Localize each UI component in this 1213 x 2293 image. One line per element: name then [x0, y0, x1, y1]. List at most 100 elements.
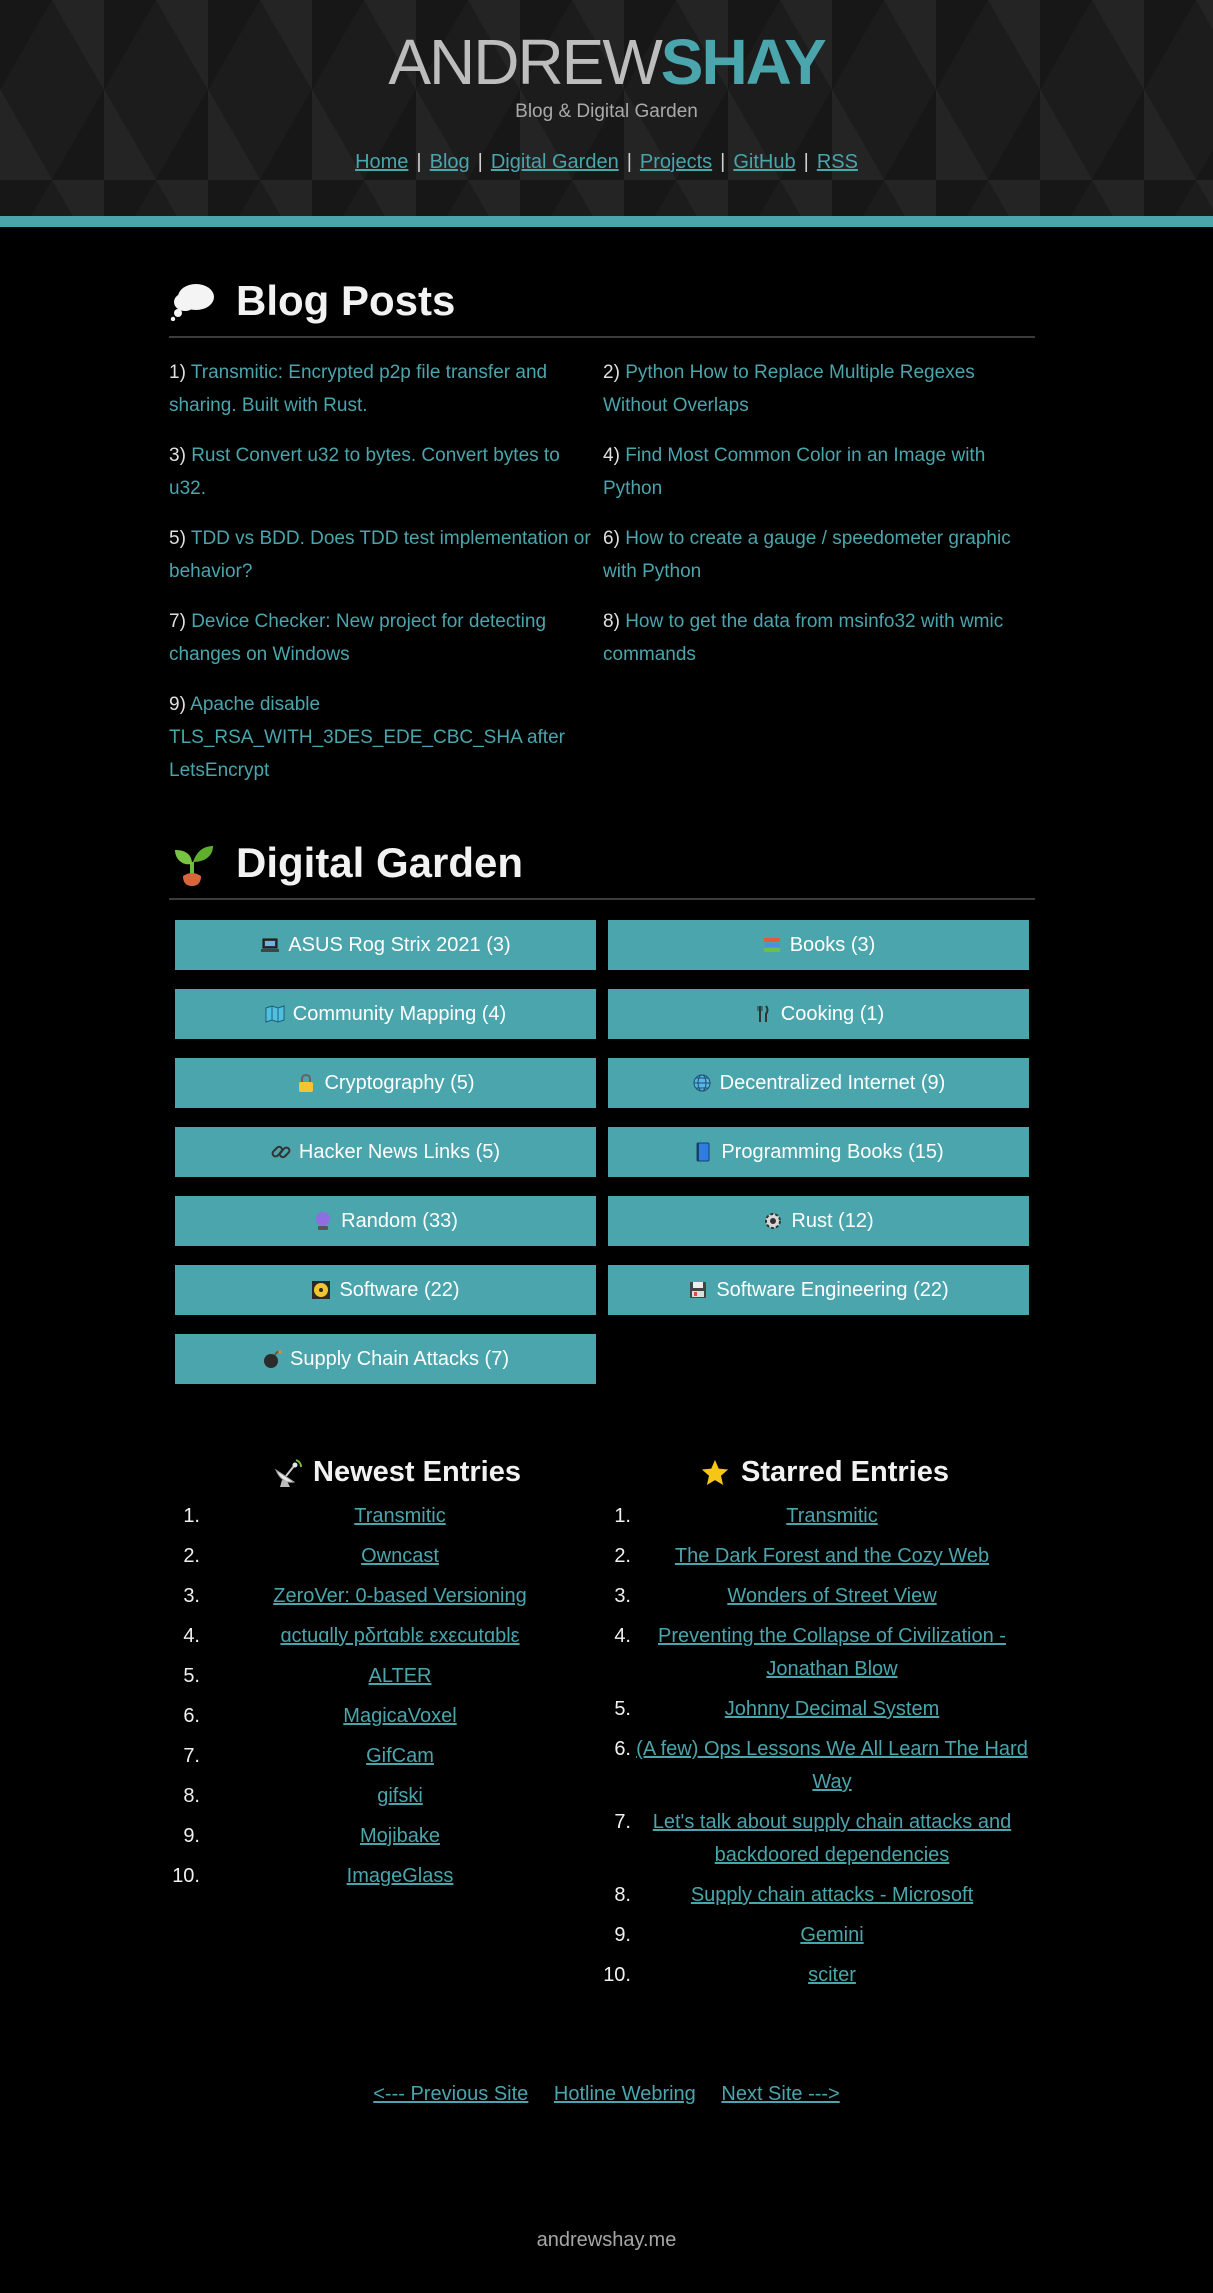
list-item: 4. Preventing the Collapse of Civilizatio… — [601, 1620, 1033, 1686]
blog-post-item: 8) How to get the data from msinfo32 wit… — [603, 605, 1035, 671]
list-item: 1. Transmitic — [601, 1500, 1033, 1533]
entry-link[interactable]: (A few) Ops Lessons We All Learn The Har… — [636, 1738, 1028, 1793]
nav-digital-garden[interactable]: Digital Garden — [491, 151, 619, 173]
starred-entries-list: 1. Transmitic 2. The Dark Forest and the C… — [601, 1500, 1033, 1999]
thought-balloon-icon — [170, 278, 216, 324]
entry-link[interactable]: ALTER — [369, 1665, 432, 1687]
category-button-cryptography[interactable]: Cryptography (5) — [175, 1058, 596, 1108]
item-number: 2. — [183, 1545, 200, 1567]
post-link[interactable]: Find Most Common Color in an Image with … — [603, 445, 985, 499]
category-button-books[interactable]: Books (3) — [608, 920, 1029, 970]
entry-link[interactable]: Transmitic — [786, 1505, 877, 1527]
category-button-software[interactable]: Software (22) — [175, 1265, 596, 1315]
category-button-supply-chain-attacks[interactable]: Supply Chain Attacks (7) — [175, 1334, 596, 1384]
category-label: Decentralized Internet (9) — [719, 1071, 946, 1094]
list-item: 8. Supply chain attacks - Microsoft — [601, 1879, 1033, 1912]
entry-link[interactable]: Owncast — [361, 1545, 439, 1567]
entry-link[interactable]: Let's talk about supply chain attacks an… — [653, 1811, 1012, 1866]
list-item: 6. (A few) Ops Lessons We All Learn The H… — [601, 1733, 1033, 1799]
nav-blog[interactable]: Blog — [430, 151, 470, 173]
entry-link[interactable]: sciter — [808, 1964, 856, 1986]
books-icon — [762, 935, 782, 955]
star-icon — [699, 1457, 731, 1489]
entry-link[interactable]: Supply chain attacks - Microsoft — [691, 1884, 973, 1906]
nav-separator: | — [803, 151, 809, 173]
webring-next-link[interactable]: Next Site ---> — [721, 2083, 839, 2105]
post-link[interactable]: Apache disable TLS_RSA_WITH_3DES_EDE_CBC… — [169, 694, 565, 781]
site-logo[interactable]: ANDREWSHAY — [0, 26, 1213, 98]
webring-previous-link[interactable]: <--- Previous Site — [373, 2083, 528, 2105]
list-item: 6. MagicaVoxel — [170, 1700, 600, 1733]
entry-link[interactable]: gifski — [377, 1785, 423, 1807]
blog-title-text: Blog Posts — [236, 277, 456, 324]
category-button-programming-books[interactable]: Programming Books (15) — [608, 1127, 1029, 1177]
entry-link[interactable]: Johnny Decimal System — [725, 1698, 940, 1720]
item-number: 4. — [614, 1625, 631, 1647]
post-link[interactable]: How to create a gauge / speedometer grap… — [603, 528, 1011, 582]
post-link[interactable]: TDD vs BDD. Does TDD test implementation… — [169, 528, 591, 582]
blog-post-list: 1) Transmitic: Encrypted p2p file transf… — [169, 356, 1035, 787]
entry-link[interactable]: ɑctuɑlly pδrtɑblε εxεcutɑblε — [280, 1625, 519, 1647]
category-button-random[interactable]: Random (33) — [175, 1196, 596, 1246]
nav-projects[interactable]: Projects — [640, 151, 712, 173]
category-button-software-engineering[interactable]: Software Engineering (22) — [608, 1265, 1029, 1315]
list-item: 9. Gemini — [601, 1919, 1033, 1952]
category-button-rust[interactable]: Rust (12) — [608, 1196, 1029, 1246]
newest-title-text: Newest Entries — [313, 1456, 521, 1488]
item-number: 6. — [183, 1705, 200, 1727]
post-number: 9) — [169, 694, 186, 715]
category-label: Supply Chain Attacks (7) — [290, 1347, 509, 1370]
entry-link[interactable]: MagicaVoxel — [343, 1705, 456, 1727]
category-button-cooking[interactable]: Cooking (1) — [608, 989, 1029, 1039]
entry-link[interactable]: Gemini — [800, 1924, 863, 1946]
item-number: 8. — [183, 1785, 200, 1807]
logo-first-name[interactable]: ANDREW — [388, 26, 662, 98]
nav-rss[interactable]: RSS — [817, 151, 858, 173]
nav-home[interactable]: Home — [355, 151, 408, 173]
post-number: 2) — [603, 362, 620, 383]
list-item: 4. ɑctuɑlly pδrtɑblε εxεcutɑblε — [170, 1620, 600, 1653]
category-label: Software (22) — [339, 1278, 460, 1301]
entry-link[interactable]: Wonders of Street View — [727, 1585, 936, 1607]
category-label: ASUS Rog Strix 2021 (3) — [288, 933, 511, 956]
entry-link[interactable]: ImageGlass — [347, 1865, 454, 1887]
category-button-decentralized-internet[interactable]: Decentralized Internet (9) — [608, 1058, 1029, 1108]
garden-section-title: Digital Garden — [170, 839, 1035, 887]
post-link[interactable]: How to get the data from msinfo32 with w… — [603, 611, 1003, 665]
garden-title-text: Digital Garden — [236, 839, 524, 886]
entry-link[interactable]: Preventing the Collapse of Civilization … — [658, 1625, 1006, 1680]
nav-github[interactable]: GitHub — [733, 151, 795, 173]
fork-knife-icon — [753, 1004, 773, 1024]
list-item: 10. ImageGlass — [170, 1860, 600, 1893]
category-button-community-mapping[interactable]: Community Mapping (4) — [175, 989, 596, 1039]
gear-icon — [763, 1211, 783, 1231]
garden-title-divider — [169, 898, 1035, 900]
entry-link[interactable]: The Dark Forest and the Cozy Web — [675, 1545, 989, 1567]
post-link[interactable]: Rust Convert u32 to bytes. Convert bytes… — [169, 445, 560, 499]
blue-book-icon — [693, 1142, 713, 1162]
post-link[interactable]: Transmitic: Encrypted p2p file transfer … — [169, 362, 547, 416]
map-icon — [265, 1004, 285, 1024]
post-number: 7) — [169, 611, 186, 632]
category-button-hacker-news-links[interactable]: Hacker News Links (5) — [175, 1127, 596, 1177]
logo-last-name[interactable]: SHAY — [661, 26, 827, 98]
post-link[interactable]: Device Checker: New project for detectin… — [169, 611, 546, 665]
list-item: 5. Johnny Decimal System — [601, 1693, 1033, 1726]
nav-separator: | — [477, 151, 483, 173]
list-item: 7. Let's talk about supply chain attacks … — [601, 1806, 1033, 1872]
starred-entries-title: Starred Entries — [614, 1456, 1034, 1489]
list-item: 10. sciter — [601, 1959, 1033, 1992]
item-number: 10. — [172, 1865, 200, 1887]
entry-link[interactable]: Transmitic — [354, 1505, 445, 1527]
entry-link[interactable]: GifCam — [366, 1745, 434, 1767]
entry-link[interactable]: Mojibake — [360, 1825, 440, 1847]
category-button-asus-rog-strix[interactable]: ASUS Rog Strix 2021 (3) — [175, 920, 596, 970]
blog-title-divider — [169, 336, 1035, 338]
blog-post-item: 5) TDD vs BDD. Does TDD test implementat… — [169, 522, 601, 588]
blog-post-item: 2) Python How to Replace Multiple Regexe… — [603, 356, 1035, 422]
list-item: 8. gifski — [170, 1780, 600, 1813]
webring-home-link[interactable]: Hotline Webring — [554, 2083, 696, 2105]
entry-link[interactable]: ZeroVer: 0-based Versioning — [273, 1585, 527, 1607]
blog-post-item: 9) Apache disable TLS_RSA_WITH_3DES_EDE_… — [169, 688, 601, 787]
post-link[interactable]: Python How to Replace Multiple Regexes W… — [603, 362, 975, 416]
